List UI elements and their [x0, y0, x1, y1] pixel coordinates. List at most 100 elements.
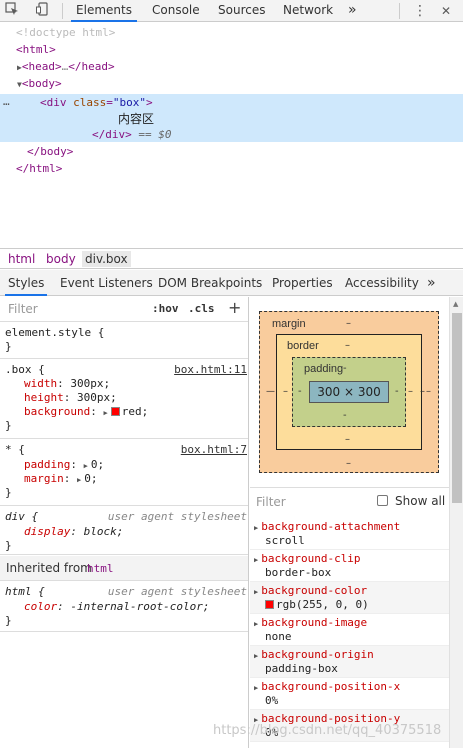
- outer-right-dash: –: [420, 386, 425, 397]
- universal-prop-margin[interactable]: margin: ▶ 0;: [24, 472, 97, 486]
- sidebar-scrollbar[interactable]: ▲: [449, 297, 463, 748]
- padding-bottom-value[interactable]: -: [343, 410, 347, 421]
- body-open-node[interactable]: ▼<body>: [17, 76, 62, 92]
- tab-dom-breakpoints[interactable]: DOM Breakpoints: [158, 270, 262, 296]
- element-style-close: }: [5, 340, 12, 353]
- computed-prop-name: ▶ background-position-x: [254, 680, 401, 693]
- universal-selector[interactable]: * {: [5, 443, 25, 457]
- head-close-tag: /head: [74, 60, 108, 73]
- padding-left-value[interactable]: -: [298, 386, 302, 397]
- body-close-node[interactable]: </body>: [27, 144, 73, 160]
- universal-rule-close: }: [5, 486, 12, 499]
- box-prop-width[interactable]: width: 300px;: [24, 377, 110, 391]
- computed-prop-value: none: [265, 630, 292, 643]
- margin-bottom-value[interactable]: –: [346, 458, 351, 469]
- computed-pane: Filter Show all ▶ background-attachment s…: [250, 487, 449, 748]
- computed-prop-name: ▶ background-clip: [254, 552, 361, 565]
- html-ua-prop-color: color: -internal-root-color;: [24, 600, 210, 613]
- watermark-text: https://blog.csdn.net/qq_40375518: [213, 723, 442, 738]
- red-color-swatch[interactable]: [110, 407, 120, 416]
- inherited-label: Inherited from: [6, 561, 92, 575]
- outer-left-dash: –: [270, 386, 275, 397]
- tab-elements[interactable]: Elements: [71, 0, 137, 22]
- border-top-value[interactable]: –: [345, 340, 350, 351]
- box-source-link[interactable]: box.html:11: [174, 363, 247, 377]
- more-options-icon[interactable]: ⋮: [411, 2, 429, 20]
- computed-filter-input[interactable]: Filter: [256, 495, 286, 509]
- box-prop-height[interactable]: height: 300px;: [24, 391, 117, 405]
- padding-right-value[interactable]: -: [395, 386, 399, 397]
- tab-styles[interactable]: Styles: [5, 270, 48, 296]
- breadcrumb-html[interactable]: html: [8, 251, 35, 267]
- tab-network[interactable]: Network: [283, 0, 333, 22]
- show-all-label: Show all: [395, 494, 446, 508]
- computed-prop-row[interactable]: ▶ background-clip border-box: [250, 550, 449, 582]
- computed-prop-name: ▶ background-origin: [254, 648, 374, 661]
- inherited-from-link[interactable]: html: [87, 562, 114, 575]
- margin-top-value[interactable]: –: [346, 318, 351, 329]
- tab-console[interactable]: Console: [152, 0, 200, 22]
- doctype-node[interactable]: <!doctype html>: [16, 25, 115, 41]
- margin-right-value[interactable]: –: [426, 386, 431, 397]
- padding-label: padding: [304, 363, 344, 375]
- computed-prop-value: 0%: [265, 694, 279, 707]
- html-close-node[interactable]: </html>: [16, 161, 62, 177]
- border-left-value[interactable]: –: [283, 386, 288, 397]
- computed-prop-row[interactable]: ▶ background-origin padding-box: [250, 646, 449, 678]
- border-label: border: [287, 340, 319, 352]
- body-close-tag: /body: [33, 145, 67, 158]
- div-close-tag: /div: [98, 128, 126, 141]
- html-ua-selector: html {: [5, 585, 45, 598]
- element-style-selector[interactable]: element.style {: [5, 326, 104, 340]
- universal-prop-padding[interactable]: padding: ▶ 0;: [24, 458, 104, 472]
- computed-prop-name: ▶ background-attachment: [254, 520, 401, 533]
- box-rule-close: }: [5, 419, 12, 432]
- head-node[interactable]: ▶<head>…</head>: [17, 59, 115, 75]
- more-tabs-button[interactable]: »: [348, 0, 357, 22]
- breadcrumb-body[interactable]: body: [46, 251, 76, 267]
- content-box[interactable]: 300 × 300: [309, 381, 389, 403]
- computed-prop-row[interactable]: ▶ background-color rgb(255, 0, 0): [250, 582, 449, 614]
- scrollbar-thumb[interactable]: [452, 313, 462, 503]
- border-right-value[interactable]: –: [408, 386, 413, 397]
- computed-prop-value: scroll: [265, 534, 305, 547]
- tab-accessibility[interactable]: Accessibility: [345, 270, 419, 296]
- div-attr-name: class: [73, 96, 107, 109]
- div-box-node[interactable]: <div class="box">: [40, 95, 153, 111]
- div-close-node[interactable]: </div> == $0: [92, 127, 172, 143]
- universal-source-link[interactable]: box.html:7: [181, 443, 247, 457]
- html-tag: html: [22, 43, 50, 56]
- div-ua-rule-close: }: [5, 539, 12, 552]
- class-toggle[interactable]: .cls: [188, 302, 215, 315]
- computed-prop-row[interactable]: ▶ background-position-x 0%: [250, 678, 449, 710]
- tab-sources[interactable]: Sources: [218, 0, 265, 22]
- close-icon[interactable]: ✕: [437, 2, 455, 20]
- box-prop-background[interactable]: background: ▶ red;: [24, 405, 148, 419]
- ua-stylesheet-label: user agent stylesheet: [107, 510, 247, 523]
- border-bottom-value[interactable]: –: [345, 434, 350, 445]
- hover-state-toggle[interactable]: :hov: [152, 302, 179, 315]
- padding-top-value[interactable]: -: [343, 363, 347, 374]
- breadcrumb-div-box[interactable]: div.box: [82, 251, 131, 267]
- styles-filter-input[interactable]: Filter: [8, 302, 38, 316]
- inspect-element-icon[interactable]: [3, 2, 21, 20]
- html-open-node[interactable]: <html>: [16, 42, 56, 58]
- new-rule-button[interactable]: +: [228, 298, 241, 317]
- universal-rule: * { box.html:7 padding: ▶ 0; margin: ▶ 0; …: [0, 440, 248, 506]
- div-text-node[interactable]: 内容区: [118, 111, 154, 127]
- show-all-checkbox[interactable]: [377, 495, 388, 506]
- computed-prop-row[interactable]: ▶ background-attachment scroll: [250, 518, 449, 550]
- tab-properties[interactable]: Properties: [272, 270, 333, 296]
- computed-prop-value: rgb(255, 0, 0): [265, 598, 369, 612]
- device-toolbar-icon[interactable]: [34, 2, 52, 20]
- more-sidebar-tabs-button[interactable]: »: [427, 270, 436, 296]
- node-actions-dots[interactable]: …: [3, 94, 10, 110]
- red-color-swatch[interactable]: [265, 600, 274, 609]
- tab-event-listeners[interactable]: Event Listeners: [60, 270, 153, 296]
- scroll-up-arrow-icon[interactable]: ▲: [453, 300, 458, 308]
- computed-prop-row[interactable]: ▶ background-image none: [250, 614, 449, 646]
- div-ua-prop-display: display: block;: [24, 525, 124, 538]
- box-selector[interactable]: .box {: [5, 363, 45, 377]
- computed-prop-value: padding-box: [265, 662, 338, 675]
- margin-label: margin: [272, 318, 306, 330]
